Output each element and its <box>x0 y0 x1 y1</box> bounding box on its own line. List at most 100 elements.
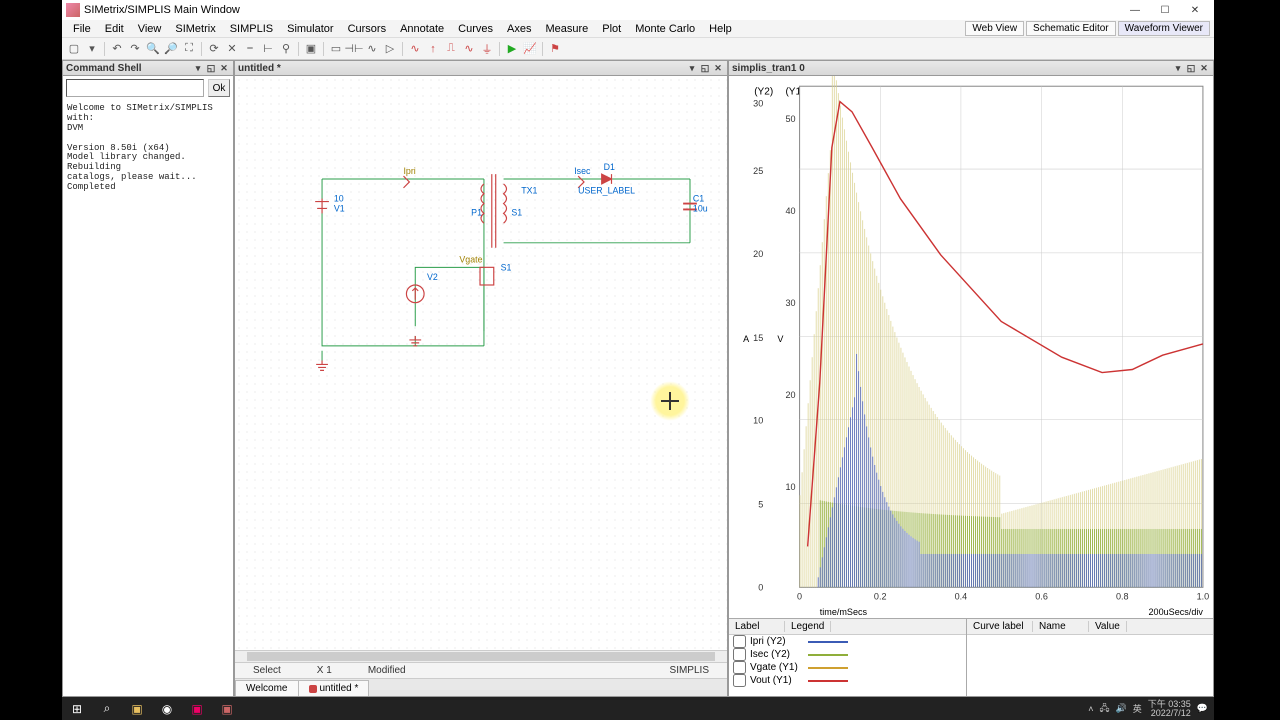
app-task-icon[interactable]: ▣ <box>212 697 242 720</box>
unsaved-dot-icon <box>309 685 317 693</box>
panel-float-icon[interactable]: ◱ <box>1185 62 1197 74</box>
waveform-plot[interactable]: (Y2) (Y1) <box>729 76 1213 618</box>
window-title: SIMetrix/SIMPLIS Main Window <box>84 4 240 16</box>
zoom-in-icon[interactable]: 🔍 <box>145 41 161 57</box>
label-v1: V1 <box>334 203 345 213</box>
svg-text:25: 25 <box>753 166 763 176</box>
maximize-button[interactable]: ☐ <box>1150 1 1180 19</box>
part-icon[interactable]: ▣ <box>303 41 319 57</box>
label-v1v: 10 <box>334 194 344 204</box>
label-userlabel: USER_LABEL <box>578 186 635 196</box>
legend-row[interactable]: Vgate (Y1) <box>729 661 966 674</box>
legend-checkbox[interactable] <box>733 648 746 661</box>
cmdshell-title: Command Shell <box>66 63 142 74</box>
diode-icon[interactable]: ▷ <box>382 41 398 57</box>
panel-dropdown-icon[interactable]: ▾ <box>1172 62 1184 74</box>
ok-button[interactable]: Ok <box>208 79 230 97</box>
status-mode: Select <box>235 665 299 676</box>
tray-network-icon[interactable]: 🖧 <box>1099 701 1109 717</box>
start-button[interactable]: ⊞ <box>62 697 92 720</box>
label-v2: V2 <box>427 272 438 282</box>
search-icon[interactable]: ⌕ <box>92 697 122 720</box>
app-task-icon[interactable]: ▣ <box>182 697 212 720</box>
tray-volume-icon[interactable]: 🔊 <box>1116 703 1127 714</box>
run-icon[interactable]: ▶ <box>504 41 520 57</box>
legend-checkbox[interactable] <box>733 674 746 687</box>
plot-icon[interactable]: 📈 <box>522 41 538 57</box>
menu-axes[interactable]: Axes <box>500 23 538 35</box>
menu-simplis[interactable]: SIMPLIS <box>223 23 280 35</box>
new-icon[interactable]: ▢ <box>66 41 82 57</box>
panel-close-icon[interactable]: ✕ <box>1198 62 1210 74</box>
probe-icon[interactable]: ⚲ <box>278 41 294 57</box>
panel-dropdown-icon[interactable]: ▾ <box>686 62 698 74</box>
net-icon[interactable]: ⊢ <box>260 41 276 57</box>
tray-ime[interactable]: 英 <box>1133 702 1142 715</box>
view-schematic-button[interactable]: Schematic Editor <box>1026 21 1116 36</box>
legend-hdr-curvelabel: Curve label <box>967 621 1033 632</box>
legend-row[interactable]: Vout (Y1) <box>729 674 966 687</box>
menu-plot[interactable]: Plot <box>595 23 628 35</box>
cap-icon[interactable]: ⊣⊢ <box>346 41 362 57</box>
command-input[interactable] <box>66 79 204 97</box>
panel-float-icon[interactable]: ◱ <box>205 62 217 74</box>
sine-icon[interactable]: ∿ <box>461 41 477 57</box>
isrc-icon[interactable]: ↑ <box>425 41 441 57</box>
schematic-h-scrollbar[interactable] <box>235 650 727 662</box>
view-waveform-button[interactable]: Waveform Viewer <box>1118 21 1210 36</box>
menu-curves[interactable]: Curves <box>451 23 500 35</box>
panel-close-icon[interactable]: ✕ <box>218 62 230 74</box>
tab-untitled[interactable]: untitled * <box>298 680 370 696</box>
resistor-icon[interactable]: ▭ <box>328 41 344 57</box>
legend-checkbox[interactable] <box>733 661 746 674</box>
label-isec: Isec <box>574 166 591 176</box>
zoom-fit-icon[interactable]: ⛶ <box>181 41 197 57</box>
tray-notifications-icon[interactable]: 💬 <box>1197 703 1208 714</box>
menu-help[interactable]: Help <box>702 23 739 35</box>
status-simulator: SIMPLIS <box>652 665 727 676</box>
tray-clock[interactable]: 下午 03:352022/7/12 <box>1148 700 1191 718</box>
cursor-highlight <box>650 381 690 421</box>
view-web-button[interactable]: Web View <box>965 21 1024 36</box>
explorer-icon[interactable]: ▣ <box>122 697 152 720</box>
tab-welcome[interactable]: Welcome <box>235 680 299 696</box>
legend-hdr-label: Label <box>729 621 785 632</box>
menu-file[interactable]: File <box>66 23 98 35</box>
svg-text:20: 20 <box>753 249 763 259</box>
flag-icon[interactable]: ⚑ <box>547 41 563 57</box>
minimize-button[interactable]: — <box>1120 1 1150 19</box>
menu-cursors[interactable]: Cursors <box>341 23 394 35</box>
panel-close-icon[interactable]: ✕ <box>712 62 724 74</box>
panel-dropdown-icon[interactable]: ▾ <box>192 62 204 74</box>
svg-text:0.6: 0.6 <box>1035 592 1048 602</box>
tray-chevron-icon[interactable]: ˄ <box>1088 704 1093 714</box>
refresh-icon[interactable]: ⟳ <box>206 41 222 57</box>
undo-icon[interactable]: ↶ <box>109 41 125 57</box>
wire-icon[interactable]: ⎯ <box>242 41 258 57</box>
menu-montecarlo[interactable]: Monte Carlo <box>628 23 702 35</box>
zoom-out-icon[interactable]: 🔎 <box>163 41 179 57</box>
schematic-tabs: Welcome untitled * <box>235 678 727 696</box>
vsrc-icon[interactable]: ∿ <box>407 41 423 57</box>
menu-annotate[interactable]: Annotate <box>393 23 451 35</box>
menu-edit[interactable]: Edit <box>98 23 131 35</box>
legend-row[interactable]: Isec (Y2) <box>729 648 966 661</box>
legend-checkbox[interactable] <box>733 635 746 648</box>
menu-simetrix[interactable]: SIMetrix <box>168 23 222 35</box>
ind-icon[interactable]: ∿ <box>364 41 380 57</box>
panel-float-icon[interactable]: ◱ <box>699 62 711 74</box>
dropdown-icon[interactable]: ▾ <box>84 41 100 57</box>
schematic-canvas[interactable]: Ipri Isec D1 USER_LABEL C1 10u 10 V1 TX1… <box>235 76 727 650</box>
pulse-icon[interactable]: ⎍ <box>443 41 459 57</box>
menu-measure[interactable]: Measure <box>538 23 595 35</box>
gnd-icon[interactable]: ⏚ <box>479 41 495 57</box>
chrome-icon[interactable]: ◉ <box>152 697 182 720</box>
delete-icon[interactable]: ✕ <box>224 41 240 57</box>
menu-view[interactable]: View <box>131 23 169 35</box>
close-button[interactable]: ✕ <box>1180 1 1210 19</box>
legend-row[interactable]: Ipri (Y2) <box>729 635 966 648</box>
redo-icon[interactable]: ↷ <box>127 41 143 57</box>
toolbar: ▢ ▾ ↶ ↷ 🔍 🔎 ⛶ ⟳ ✕ ⎯ ⊢ ⚲ ▣ ▭ ⊣⊢ ∿ ▷ ∿ ↑ ⎍… <box>62 38 1214 60</box>
menu-simulator[interactable]: Simulator <box>280 23 340 35</box>
svg-text:V: V <box>777 334 784 344</box>
